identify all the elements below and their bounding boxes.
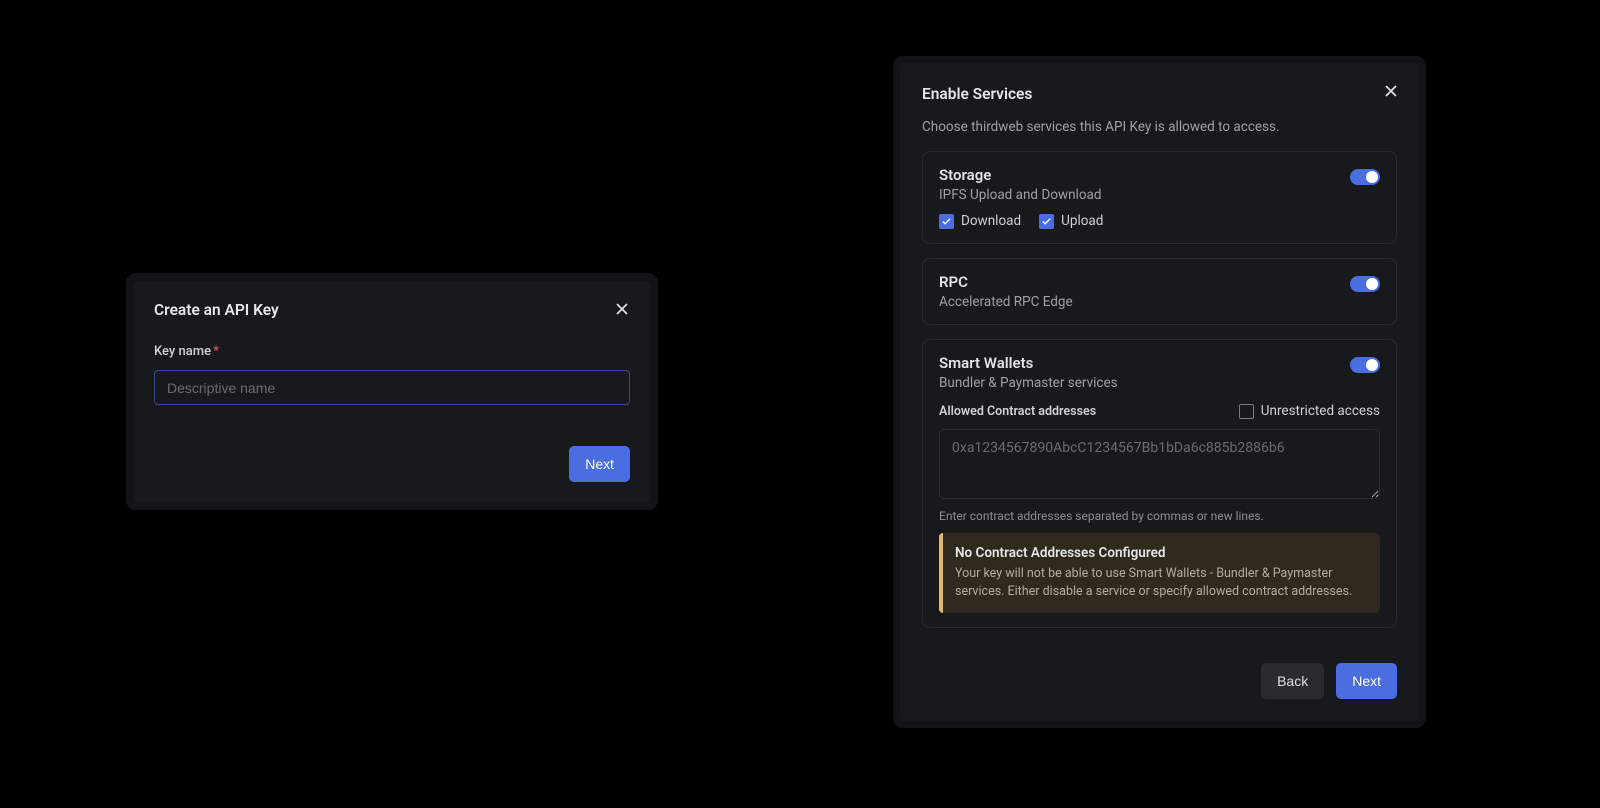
unrestricted-checkbox-item[interactable]: Unrestricted access <box>1239 403 1380 419</box>
wallets-titles: Smart Wallets Bundler & Paymaster servic… <box>939 354 1118 391</box>
storage-toggle[interactable] <box>1350 169 1380 185</box>
rpc-name: RPC <box>939 273 1073 291</box>
enable-services-panel: Enable Services Choose thirdweb services… <box>900 63 1419 721</box>
create-api-key-panel: Create an API Key Key name* Next <box>134 281 650 502</box>
create-modal-footer: Next <box>154 446 630 482</box>
upload-checkbox-item[interactable]: Upload <box>1039 213 1103 229</box>
alert-title: No Contract Addresses Configured <box>955 545 1366 561</box>
upload-checkbox[interactable] <box>1039 214 1054 229</box>
download-checkbox[interactable] <box>939 214 954 229</box>
back-button[interactable]: Back <box>1261 663 1324 699</box>
addresses-label-row: Allowed Contract addresses Unrestricted … <box>939 403 1380 419</box>
close-icon[interactable] <box>1377 77 1405 105</box>
wallets-header: Smart Wallets Bundler & Paymaster servic… <box>939 354 1380 391</box>
key-name-input[interactable] <box>154 370 630 405</box>
download-checkbox-item[interactable]: Download <box>939 213 1021 229</box>
enable-modal-footer: Back Next <box>922 663 1397 699</box>
rpc-header: RPC Accelerated RPC Edge <box>939 273 1380 310</box>
no-addresses-alert: No Contract Addresses Configured Your ke… <box>939 533 1380 613</box>
addresses-helper: Enter contract addresses separated by co… <box>939 509 1380 523</box>
rpc-titles: RPC Accelerated RPC Edge <box>939 273 1073 310</box>
storage-checkbox-row: Download Upload <box>939 213 1380 229</box>
unrestricted-checkbox[interactable] <box>1239 404 1254 419</box>
enable-services-modal: Enable Services Choose thirdweb services… <box>893 56 1426 728</box>
next-button[interactable]: Next <box>569 446 630 482</box>
alert-body: Your key will not be able to use Smart W… <box>955 565 1366 601</box>
create-modal-title: Create an API Key <box>154 301 630 319</box>
wallets-desc: Bundler & Paymaster services <box>939 375 1118 391</box>
service-card-storage: Storage IPFS Upload and Download Downloa… <box>922 151 1397 244</box>
key-name-label-text: Key name <box>154 344 211 359</box>
wallets-name: Smart Wallets <box>939 354 1118 372</box>
storage-name: Storage <box>939 166 1102 184</box>
create-api-key-modal: Create an API Key Key name* Next <box>126 273 658 510</box>
next-button[interactable]: Next <box>1336 663 1397 699</box>
upload-label: Upload <box>1061 213 1103 229</box>
service-card-rpc: RPC Accelerated RPC Edge <box>922 258 1397 325</box>
service-card-smart-wallets: Smart Wallets Bundler & Paymaster servic… <box>922 339 1397 628</box>
rpc-toggle[interactable] <box>1350 276 1380 292</box>
key-name-label: Key name* <box>154 344 630 359</box>
addresses-label: Allowed Contract addresses <box>939 404 1096 419</box>
enable-modal-title: Enable Services <box>922 85 1397 103</box>
unrestricted-label: Unrestricted access <box>1261 403 1380 419</box>
rpc-desc: Accelerated RPC Edge <box>939 294 1073 310</box>
storage-desc: IPFS Upload and Download <box>939 187 1102 203</box>
storage-header: Storage IPFS Upload and Download <box>939 166 1380 203</box>
storage-titles: Storage IPFS Upload and Download <box>939 166 1102 203</box>
enable-subheading: Choose thirdweb services this API Key is… <box>922 119 1397 135</box>
required-star: * <box>213 344 219 359</box>
contract-addresses-textarea[interactable] <box>939 429 1380 499</box>
close-icon[interactable] <box>608 295 636 323</box>
download-label: Download <box>961 213 1021 229</box>
wallets-toggle[interactable] <box>1350 357 1380 373</box>
